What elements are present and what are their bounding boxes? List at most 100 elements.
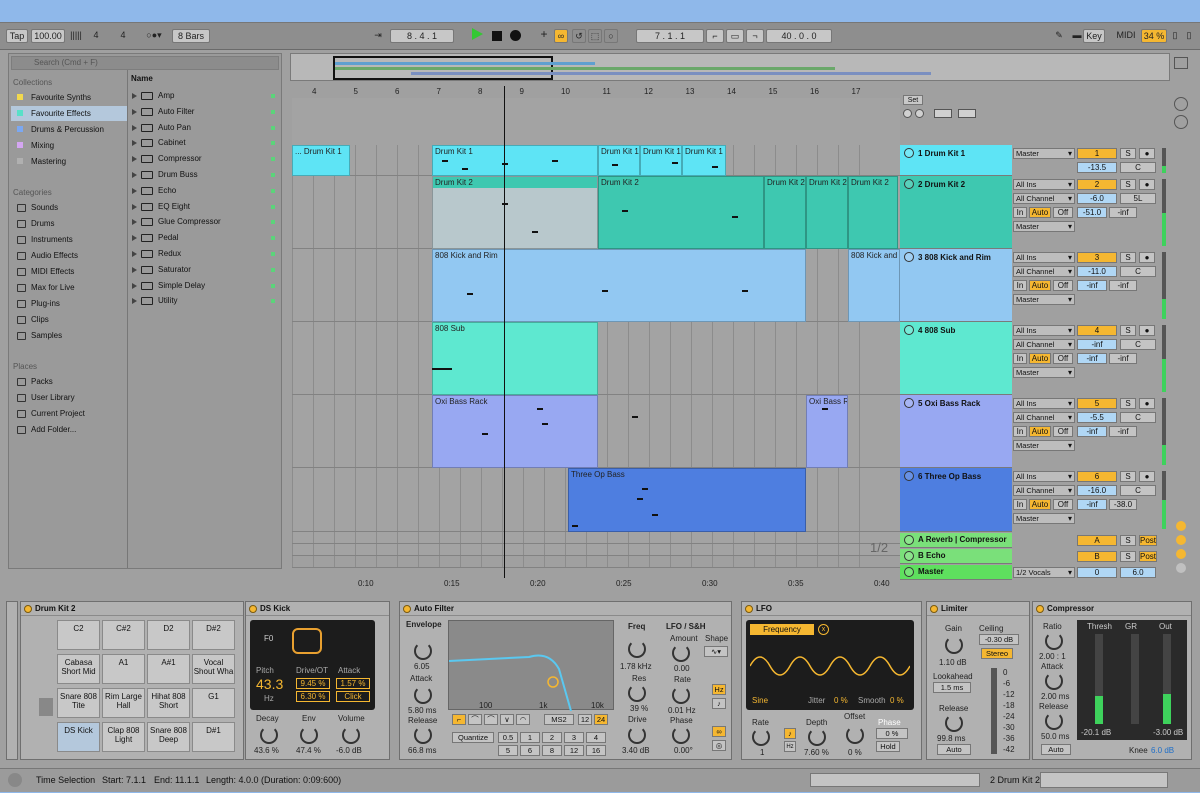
category-item[interactable]: Plug-ins bbox=[11, 296, 127, 311]
session-record-icon[interactable]: ○ bbox=[604, 29, 618, 43]
track-header[interactable]: 4 808 Sub bbox=[900, 322, 1012, 395]
category-item[interactable]: Instruments bbox=[11, 232, 127, 247]
drum-pad[interactable]: D#1 bbox=[192, 722, 235, 752]
release-knob[interactable] bbox=[1045, 712, 1063, 730]
filter-lp-icon[interactable]: ⌐ bbox=[452, 714, 466, 725]
track-lane[interactable] bbox=[292, 532, 900, 544]
metronome-icon[interactable]: ||||| bbox=[68, 29, 84, 43]
track-activator[interactable]: 2 bbox=[1077, 179, 1117, 190]
clip[interactable]: Drum Kit 1 bbox=[682, 145, 726, 176]
monitor-off-button[interactable]: Off bbox=[1053, 426, 1073, 437]
send-a-value[interactable]: -inf bbox=[1077, 426, 1107, 437]
offset-icon[interactable]: ◎ bbox=[712, 740, 726, 751]
attack-value[interactable]: 1.57 % bbox=[336, 678, 370, 689]
category-item[interactable]: Max for Live bbox=[11, 280, 127, 295]
filter-bp-icon[interactable]: ⌒ bbox=[484, 714, 498, 725]
category-item[interactable]: Clips bbox=[11, 312, 127, 327]
input-channel-menu[interactable]: All Channel bbox=[1013, 193, 1075, 204]
post-button[interactable]: Post bbox=[1139, 535, 1157, 546]
sig-denominator[interactable]: 4 bbox=[115, 29, 131, 43]
punch-in-icon[interactable]: ⌐ bbox=[706, 29, 724, 43]
arrangement-overview[interactable] bbox=[290, 53, 1170, 81]
io-indicator-icon[interactable] bbox=[1176, 521, 1186, 531]
expand-icon[interactable] bbox=[132, 108, 137, 115]
quantize-step-button[interactable]: 6 bbox=[520, 745, 540, 756]
play-icon[interactable] bbox=[472, 28, 483, 40]
input-channel-menu[interactable]: All Channel bbox=[1013, 412, 1075, 423]
ratio-knob[interactable] bbox=[1045, 632, 1063, 650]
arm-icon[interactable]: ● bbox=[1139, 325, 1155, 336]
lock-icon[interactable] bbox=[958, 109, 976, 118]
clip[interactable]: Drum Kit 2 bbox=[764, 176, 806, 249]
send-b-value[interactable]: -inf bbox=[1109, 207, 1137, 218]
expand-icon[interactable] bbox=[132, 298, 137, 305]
browser-item[interactable]: Compressor bbox=[128, 151, 280, 167]
browser-item[interactable]: Redux bbox=[128, 246, 280, 262]
pan-value[interactable]: C bbox=[1120, 485, 1156, 496]
volume-value[interactable]: -13.5 bbox=[1077, 162, 1117, 173]
expand-icon[interactable] bbox=[132, 172, 137, 178]
browser-item[interactable]: Saturator bbox=[128, 262, 280, 278]
browser-item[interactable]: Auto Filter bbox=[128, 104, 280, 120]
mini-overview[interactable] bbox=[810, 773, 980, 787]
capture-icon[interactable]: ⬚ bbox=[588, 29, 602, 43]
tempo-field[interactable]: 100.00 bbox=[31, 29, 65, 43]
volume-value[interactable]: -5.5 bbox=[1077, 412, 1117, 423]
rate-knob[interactable] bbox=[752, 728, 770, 746]
fold-track-icon[interactable] bbox=[904, 179, 914, 189]
drum-pad[interactable]: G1 bbox=[192, 688, 235, 718]
track-header[interactable]: 3 808 Kick and Rim bbox=[900, 249, 1012, 322]
stereo-toggle[interactable]: Stereo bbox=[981, 648, 1013, 659]
drum-pad[interactable]: Rim Large Hall bbox=[102, 688, 145, 718]
computer-keyboard-icon[interactable]: ▬ bbox=[1072, 29, 1082, 43]
quantize-step-button[interactable]: 4 bbox=[586, 732, 606, 743]
fold-track-icon[interactable] bbox=[904, 398, 914, 408]
depth-knob[interactable] bbox=[808, 728, 826, 746]
smooth-value[interactable]: 0 % bbox=[890, 696, 904, 705]
input-type-menu[interactable]: All Ins bbox=[1013, 179, 1075, 190]
draw-mode-icon[interactable]: ✎ bbox=[1050, 29, 1068, 43]
return-track-header[interactable]: B Echo bbox=[900, 549, 1012, 564]
clip[interactable]: Drum Kit 1 bbox=[640, 145, 682, 176]
filter-morph-icon[interactable]: ◠ bbox=[516, 714, 530, 725]
output-menu[interactable]: Master bbox=[1013, 367, 1075, 378]
shape-menu[interactable]: ∿▾ bbox=[704, 646, 728, 657]
quantize-step-button[interactable]: 2 bbox=[542, 732, 562, 743]
solo-button[interactable]: S bbox=[1120, 325, 1136, 336]
quantize-toggle[interactable]: Quantize bbox=[452, 732, 494, 743]
input-channel-menu[interactable]: All Channel bbox=[1013, 485, 1075, 496]
device-on-icon[interactable] bbox=[24, 605, 32, 613]
loop-switch-icon[interactable]: ▭ bbox=[726, 29, 744, 43]
arm-icon[interactable]: ● bbox=[1139, 471, 1155, 482]
monitor-auto-button[interactable]: Auto bbox=[1029, 207, 1051, 218]
clip[interactable]: Drum Kit 1 bbox=[598, 145, 640, 176]
volume-value[interactable]: -16.0 bbox=[1077, 485, 1117, 496]
res-knob[interactable] bbox=[628, 684, 646, 702]
monitor-off-button[interactable]: Off bbox=[1053, 207, 1073, 218]
overdub-icon[interactable]: + bbox=[538, 28, 550, 43]
collection-item[interactable]: Drums & Percussion bbox=[11, 122, 127, 137]
clip[interactable]: 808 Sub bbox=[432, 322, 598, 395]
pad-overview-icon[interactable] bbox=[39, 698, 53, 716]
arm-icon[interactable]: ● bbox=[1139, 148, 1155, 159]
record-icon[interactable] bbox=[510, 30, 521, 41]
category-item[interactable]: Drums bbox=[11, 216, 127, 231]
tap-button[interactable]: Tap bbox=[6, 29, 28, 43]
quantize-menu[interactable]: 8 Bars bbox=[172, 29, 210, 43]
drum-pad[interactable]: Snare 808 Deep bbox=[147, 722, 190, 752]
send-a-value[interactable]: -inf bbox=[1077, 499, 1107, 510]
monitor-in-button[interactable]: In bbox=[1013, 207, 1027, 218]
fold-track-icon[interactable] bbox=[904, 471, 914, 481]
clip[interactable]: 808 Kick and Rim bbox=[432, 249, 806, 322]
output-menu[interactable]: Master bbox=[1013, 148, 1075, 159]
master-track-header[interactable]: Master bbox=[900, 565, 1012, 580]
expand-icon[interactable] bbox=[132, 235, 137, 242]
monitor-off-button[interactable]: Off bbox=[1053, 353, 1073, 364]
drum-pad[interactable]: Hihat 808 Short bbox=[147, 688, 190, 718]
drive-value[interactable]: 9.45 % bbox=[296, 678, 330, 689]
expand-icon[interactable] bbox=[132, 251, 137, 257]
track-header[interactable]: 1 Drum Kit 1 bbox=[900, 145, 1012, 176]
rate-hz-toggle[interactable]: Hz bbox=[784, 741, 796, 752]
arm-icon[interactable]: ● bbox=[1139, 252, 1155, 263]
send-b-value[interactable]: -inf bbox=[1109, 353, 1137, 364]
